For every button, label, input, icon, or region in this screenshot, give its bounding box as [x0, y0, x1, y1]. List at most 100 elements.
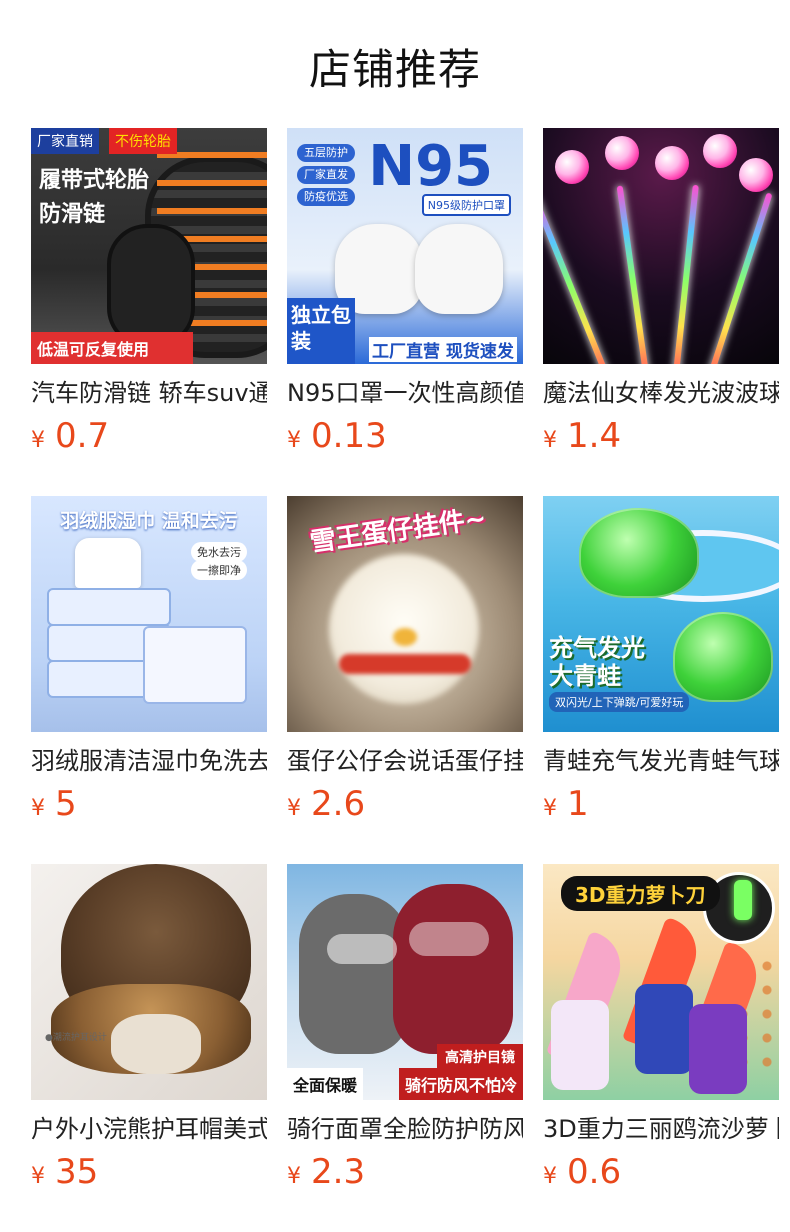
- product-price: ¥ 2.3: [287, 1152, 365, 1192]
- wand-graphic: [543, 196, 609, 364]
- image-tag: 厂家直销: [31, 128, 99, 154]
- currency-symbol: ¥: [287, 428, 301, 453]
- image-headline-line: 大青蛙: [549, 662, 621, 690]
- product-name[interactable]: 骑行面罩全脸防护防风保暖: [287, 1114, 523, 1144]
- product-card[interactable]: 高清护目镜 全面保暖 骑行防风不怕冷 骑行面罩全脸防护防风保暖 ¥ 2.3: [287, 864, 523, 1192]
- image-headline-line: 履带式轮胎: [39, 168, 150, 193]
- product-image[interactable]: 3D重力萝卜刀: [543, 864, 779, 1100]
- product-price: ¥ 0.7: [31, 416, 109, 456]
- image-headline: 雪王蛋仔挂件~: [308, 503, 489, 559]
- ball-graphic: [739, 158, 773, 192]
- image-block: 独立包装: [287, 298, 355, 364]
- product-image[interactable]: 充气发光 大青蛙 双闪光/上下弹跳/可爱好玩: [543, 496, 779, 732]
- wand-graphic: [673, 184, 699, 364]
- currency-symbol: ¥: [31, 428, 45, 453]
- frog-graphic: [673, 612, 773, 702]
- image-headline-line: 防滑链: [39, 202, 106, 227]
- image-badge: 一擦即净: [191, 560, 247, 580]
- product-price: ¥ 35: [31, 1152, 98, 1192]
- image-subtitle: 双闪光/上下弹跳/可爱好玩: [549, 692, 690, 712]
- image-footer: 低温可反复使用: [31, 332, 193, 364]
- image-headline: 羽绒服湿巾 温和去污: [60, 510, 238, 532]
- product-card[interactable]: 厂家直销 不伤轮胎 履带式轮胎 防滑链 低温可反复使用 汽车防滑链 轿车suv通…: [31, 128, 267, 456]
- image-headline: 充气发光 大青蛙: [549, 634, 645, 690]
- product-name[interactable]: 户外小浣熊护耳帽美式雷锋帽: [31, 1114, 267, 1144]
- price-value: 0.13: [311, 416, 387, 456]
- price-value: 35: [55, 1152, 99, 1192]
- currency-symbol: ¥: [31, 796, 45, 821]
- wand-graphic: [708, 192, 773, 364]
- price-value: 2.6: [311, 784, 366, 824]
- tire-graphic: [107, 224, 195, 348]
- currency-symbol: ¥: [287, 796, 301, 821]
- product-price: ¥ 0.13: [287, 416, 387, 456]
- product-card[interactable]: ●潮流护耳设计 户外小浣熊护耳帽美式雷锋帽 ¥ 35: [31, 864, 267, 1192]
- image-pill: 厂家直发: [297, 166, 355, 184]
- product-name[interactable]: 3D重力三丽鸥流沙萝卜刀: [543, 1114, 779, 1144]
- image-label: N95级防护口罩: [421, 194, 511, 216]
- pack-graphic: [47, 588, 171, 626]
- price-value: 0.7: [55, 416, 110, 456]
- product-card[interactable]: 3D重力萝卜刀 3D重力三丽鸥流沙萝卜刀 ¥ 0.6: [543, 864, 779, 1192]
- product-name[interactable]: N95口罩一次性高颜值防护口罩: [287, 378, 523, 408]
- glow-knife-graphic: [734, 880, 752, 920]
- product-card[interactable]: 充气发光 大青蛙 双闪光/上下弹跳/可爱好玩 青蛙充气发光青蛙气球 ¥ 1: [543, 496, 779, 824]
- image-footer: 工厂直营 现货速发: [369, 337, 517, 362]
- handle-graphic: [689, 1004, 747, 1094]
- product-price: ¥ 1.4: [543, 416, 621, 456]
- image-footer-left: 全面保暖: [287, 1068, 364, 1100]
- image-brand: N95: [368, 134, 493, 199]
- image-tag: 不伤轮胎: [109, 128, 177, 154]
- currency-symbol: ¥: [543, 1164, 557, 1189]
- product-card[interactable]: 雪王蛋仔挂件~ 蛋仔公仔会说话蛋仔挂件 ¥ 2.6: [287, 496, 523, 824]
- section-title: 店铺推荐: [308, 45, 481, 94]
- scarf-graphic: [339, 654, 471, 674]
- image-footer-right: 骑行防风不怕冷: [398, 1068, 523, 1100]
- tissue-graphic: [75, 538, 141, 588]
- ball-graphic: [703, 134, 737, 168]
- product-name[interactable]: 青蛙充气发光青蛙气球: [543, 746, 779, 776]
- price-value: 1.4: [567, 416, 622, 456]
- image-badge: 免水去污: [191, 542, 247, 562]
- image-banner: 3D重力萝卜刀: [561, 876, 720, 911]
- product-name[interactable]: 汽车防滑链 轿车suv通用: [31, 378, 267, 408]
- mask-graphic: [415, 224, 503, 314]
- handle-graphic: [635, 984, 693, 1074]
- price-value: 5: [55, 784, 77, 824]
- product-name[interactable]: 蛋仔公仔会说话蛋仔挂件: [287, 746, 523, 776]
- product-price: ¥ 2.6: [287, 784, 365, 824]
- ball-graphic: [655, 146, 689, 180]
- currency-symbol: ¥: [543, 428, 557, 453]
- image-headline-line: 充气发光: [549, 634, 645, 662]
- product-image[interactable]: 雪王蛋仔挂件~: [287, 496, 523, 732]
- frog-graphic: [579, 508, 699, 598]
- handle-graphic: [551, 1000, 609, 1090]
- product-card[interactable]: 魔法仙女棒发光波波球 ¥ 1.4: [543, 128, 779, 456]
- product-image[interactable]: [543, 128, 779, 364]
- product-card[interactable]: N95 五层防护 厂家直发 防疫优选 N95级防护口罩 独立包装 工厂直营 现货…: [287, 128, 523, 456]
- image-headline: 履带式轮胎 防滑链: [39, 164, 149, 232]
- mask-graphic: [393, 884, 513, 1054]
- image-pill: 五层防护: [297, 144, 355, 162]
- product-image[interactable]: 厂家直销 不伤轮胎 履带式轮胎 防滑链 低温可反复使用: [31, 128, 267, 364]
- ball-graphic: [605, 136, 639, 170]
- price-value: 2.3: [311, 1152, 366, 1192]
- visor-graphic: [327, 934, 397, 964]
- product-image[interactable]: 高清护目镜 全面保暖 骑行防风不怕冷: [287, 864, 523, 1100]
- image-caption: ●潮流护耳设计: [45, 1033, 107, 1043]
- hat-lining-graphic: [111, 1014, 201, 1074]
- image-tag: 高清护目镜: [437, 1044, 523, 1070]
- product-name[interactable]: 羽绒服清洁湿巾免洗去污: [31, 746, 267, 776]
- currency-symbol: ¥: [287, 1164, 301, 1189]
- box-graphic: [143, 626, 247, 704]
- image-pill: 防疫优选: [297, 188, 355, 206]
- product-price: ¥ 0.6: [543, 1152, 621, 1192]
- price-value: 1: [567, 784, 589, 824]
- product-image[interactable]: 羽绒服湿巾 温和去污 免水去污 一擦即净: [31, 496, 267, 732]
- product-image[interactable]: ●潮流护耳设计: [31, 864, 267, 1100]
- product-card[interactable]: 羽绒服湿巾 温和去污 免水去污 一擦即净 羽绒服清洁湿巾免洗去污 ¥ 5: [31, 496, 267, 824]
- currency-symbol: ¥: [543, 796, 557, 821]
- product-price: ¥ 1: [543, 784, 589, 824]
- product-name[interactable]: 魔法仙女棒发光波波球: [543, 378, 779, 408]
- product-image[interactable]: N95 五层防护 厂家直发 防疫优选 N95级防护口罩 独立包装 工厂直营 现货…: [287, 128, 523, 364]
